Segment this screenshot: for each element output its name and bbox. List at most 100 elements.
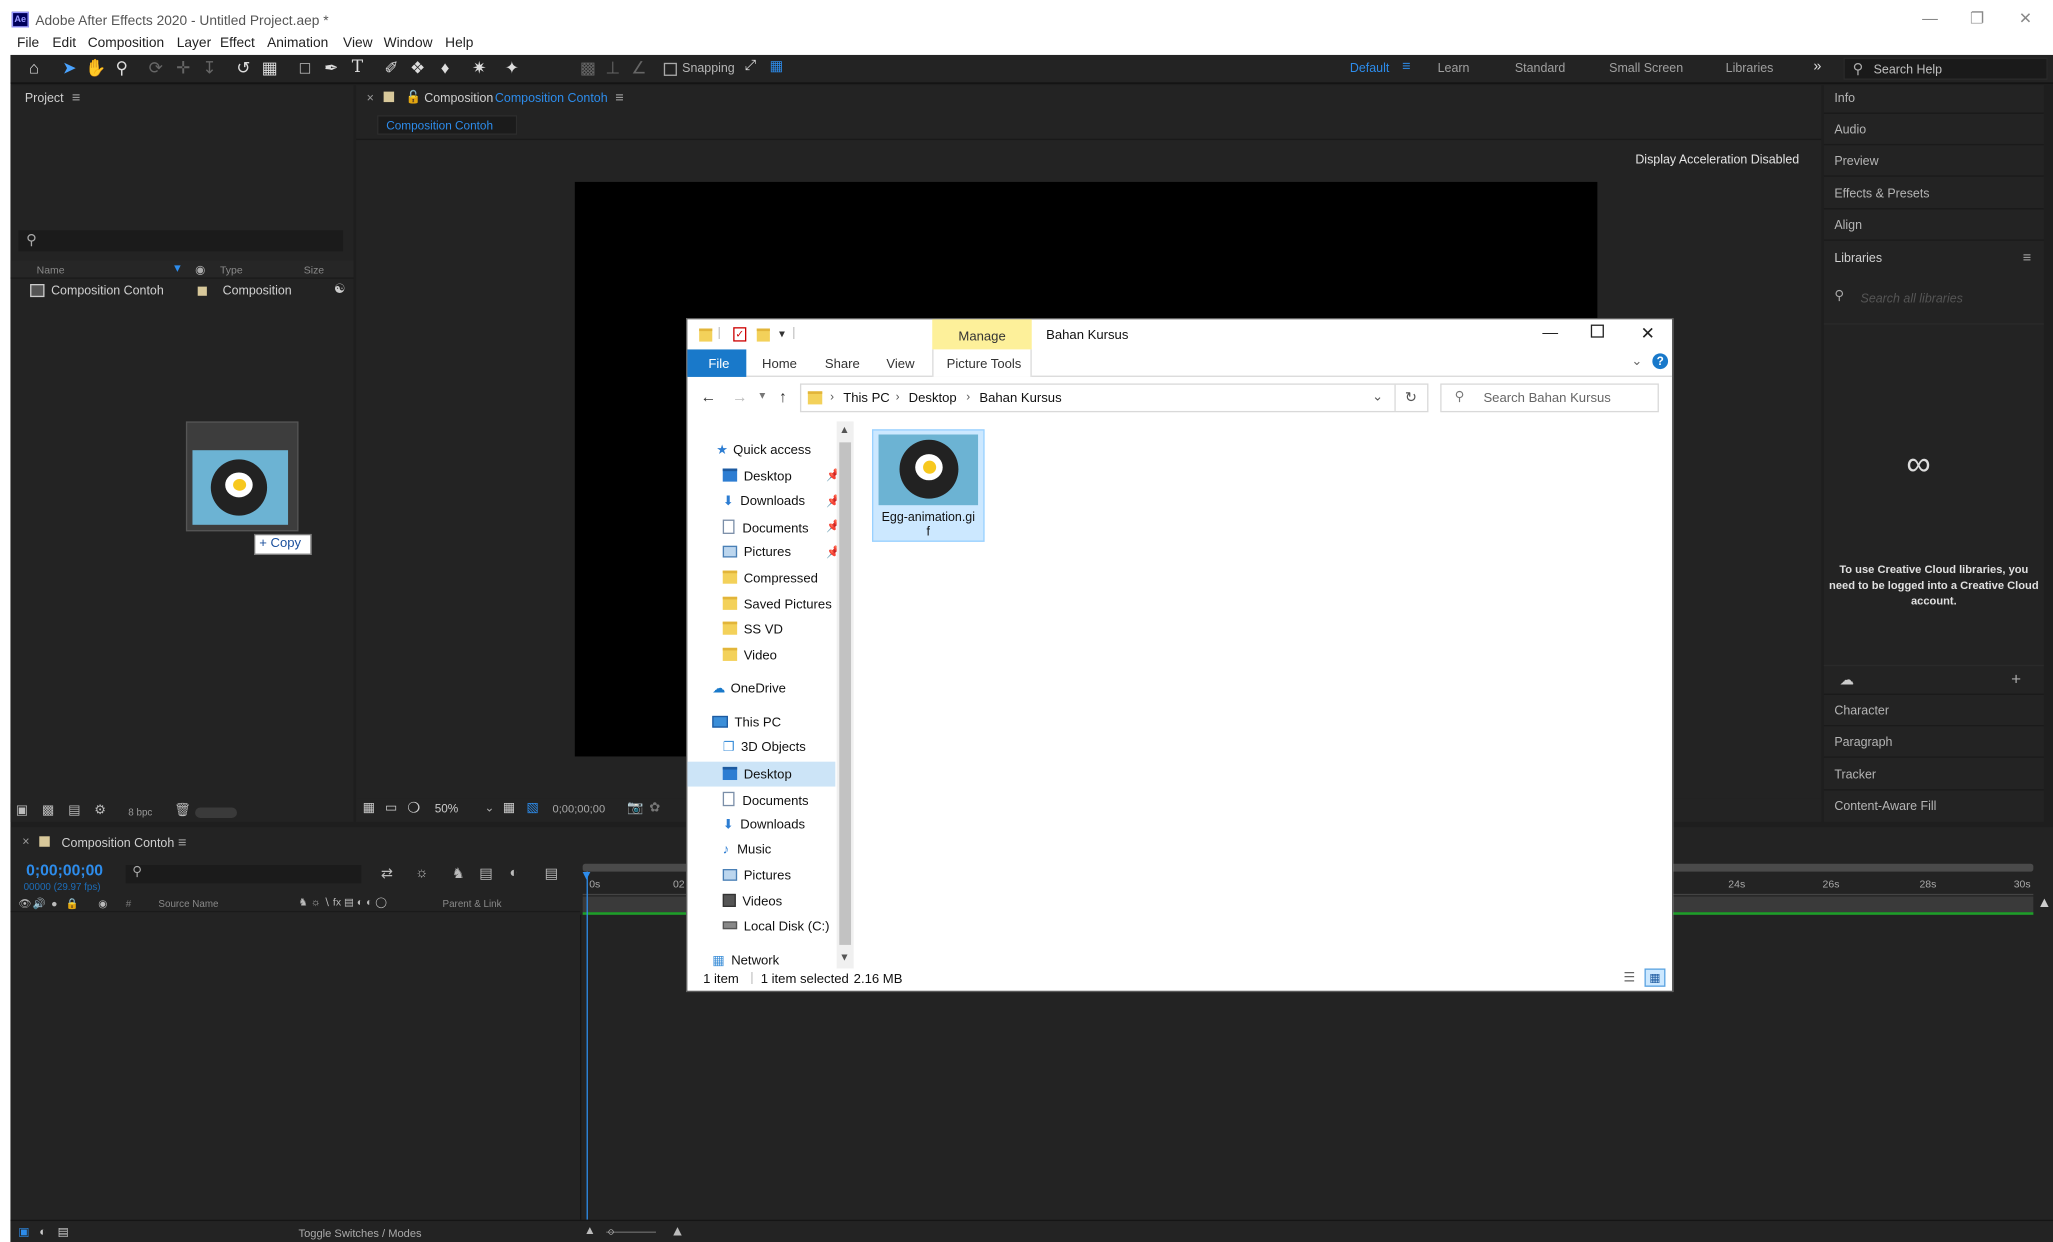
workspace-libraries[interactable]: Libraries <box>1726 62 1774 76</box>
menu-help[interactable]: Help <box>445 35 473 51</box>
comp-mini-flowchart-icon[interactable]: ⇄ <box>381 865 393 882</box>
flowchart-icon[interactable]: ☯ <box>334 283 346 297</box>
nav-ss-vd[interactable]: SS VD <box>722 621 783 637</box>
visibility-icon[interactable]: 👁 <box>18 898 31 910</box>
motion-blur-icon[interactable]: ◐ <box>509 865 518 881</box>
close-icon[interactable]: ✕ <box>2012 9 2038 27</box>
nav-pictures[interactable]: Pictures <box>722 545 791 560</box>
up-arrow-icon[interactable]: ↑ <box>779 387 787 405</box>
workspace-standard[interactable]: Standard <box>1515 62 1565 76</box>
column-size[interactable]: Size <box>304 264 324 276</box>
axis-local-icon[interactable]: ▩ <box>577 58 598 79</box>
details-view-icon[interactable]: ☰ <box>1624 971 1636 985</box>
breadcrumb-desktop[interactable]: Desktop <box>909 391 957 405</box>
panel-preview[interactable]: Preview <box>1834 154 1878 168</box>
roto-brush-icon[interactable]: ✷ <box>469 58 490 79</box>
playhead-marker-icon[interactable]: ▼ <box>580 869 593 883</box>
panel-audio[interactable]: Audio <box>1834 123 1866 137</box>
comp-marker-bin-icon[interactable]: ▲ <box>2037 895 2051 911</box>
address-dropdown-icon[interactable]: ⌄ <box>1372 390 1383 404</box>
transparency-grid-icon[interactable]: ▧ <box>526 801 538 815</box>
bit-depth-label[interactable]: 8 bpc <box>128 806 152 818</box>
restore-icon[interactable]: ❐ <box>1964 9 1990 27</box>
zoom-slider-handle-icon[interactable]: ○ <box>608 1225 615 1238</box>
interpret-footage-icon[interactable]: ▣ <box>16 804 28 818</box>
nav-downloads[interactable]: ⬇ Downloads <box>723 495 805 509</box>
maximize-icon[interactable] <box>1590 324 1604 338</box>
nav-desktop[interactable]: Desktop <box>722 468 792 484</box>
rectangle-tool-icon[interactable]: □ <box>295 58 316 78</box>
project-item-row[interactable]: Composition Contoh Composition ☯ <box>10 281 353 301</box>
region-of-interest-icon[interactable]: ▦ <box>503 801 515 815</box>
snap-edges-icon[interactable]: ⤢ <box>740 58 761 75</box>
selection-tool-icon[interactable]: ➤ <box>59 58 80 79</box>
clone-stamp-icon[interactable]: ❖ <box>407 58 428 79</box>
panel-info[interactable]: Info <box>1834 92 1855 106</box>
panel-menu-icon[interactable]: ≡ <box>615 90 623 106</box>
monitor-icon[interactable]: ▭ <box>385 801 397 815</box>
comp-tab-name[interactable]: Composition Contoh <box>495 92 608 106</box>
chevron-down-icon[interactable]: ⌄ <box>484 801 494 815</box>
zoom-in-icon[interactable]: ▲ <box>670 1224 684 1240</box>
snapshot-camera-icon[interactable]: 📷 <box>627 801 643 815</box>
forward-arrow-icon[interactable]: → <box>732 387 748 405</box>
project-settings-icon[interactable]: ⚙ <box>94 804 106 818</box>
audio-icon[interactable]: 🔊 <box>33 898 46 910</box>
panel-align[interactable]: Align <box>1834 219 1862 233</box>
orbit-camera-icon[interactable]: ⟳ <box>145 58 166 79</box>
solo-icon[interactable]: ● <box>51 898 57 910</box>
always-preview-icon[interactable]: ▦ <box>363 801 375 815</box>
draft-3d-icon[interactable]: ☼ <box>415 865 428 881</box>
sort-icon[interactable]: ▾ <box>174 262 181 276</box>
panel-paragraph[interactable]: Paragraph <box>1834 736 1892 750</box>
panel-menu-icon[interactable]: ≡ <box>2023 250 2031 266</box>
nav-quick-access[interactable]: ★ Quick access <box>716 444 811 458</box>
panel-libraries[interactable]: Libraries <box>1834 251 1882 265</box>
timeline-current-time[interactable]: 0;00;00;00 <box>26 861 103 879</box>
trash-icon[interactable]: 🗑 <box>174 804 191 818</box>
lock-icon[interactable]: 🔓 <box>406 90 422 104</box>
minimize-icon[interactable]: — <box>1917 9 1943 27</box>
close-icon[interactable]: ✕ <box>1641 323 1655 344</box>
pan-camera-icon[interactable]: ✛ <box>173 58 194 79</box>
large-icons-view-icon[interactable]: ▦ <box>1644 968 1666 987</box>
tab-file[interactable]: File <box>687 349 747 377</box>
menu-effect[interactable]: Effect <box>220 35 255 51</box>
column-type[interactable]: Type <box>220 264 243 276</box>
mask-visibility-icon[interactable]: ❍ <box>407 800 420 817</box>
menu-file[interactable]: File <box>17 35 39 51</box>
menu-animation[interactable]: Animation <box>267 35 328 51</box>
dolly-camera-icon[interactable]: ↧ <box>199 58 220 79</box>
panel-character[interactable]: Character <box>1834 704 1889 718</box>
address-bar[interactable]: › This PC › Desktop › Bahan Kursus ⌄ ↻ <box>799 383 1429 413</box>
thumbnail-slider[interactable] <box>195 807 237 818</box>
column-source-name[interactable]: Source Name <box>158 898 218 910</box>
column-parent-link[interactable]: Parent & Link <box>443 898 502 910</box>
axis-view-icon[interactable]: ∠ <box>628 58 649 79</box>
ribbon-expand-icon[interactable]: ⌄ <box>1631 355 1642 369</box>
type-tool-icon[interactable]: T <box>347 58 368 78</box>
transfer-controls-toggle-icon[interactable]: ◐ <box>39 1225 46 1238</box>
tab-share[interactable]: Share <box>825 357 860 371</box>
tab-home[interactable]: Home <box>762 357 797 371</box>
playhead-line[interactable] <box>586 871 588 1220</box>
menu-view[interactable]: View <box>343 35 373 51</box>
add-icon[interactable]: + <box>2011 669 2021 689</box>
new-folder-icon[interactable]: ▩ <box>42 804 54 818</box>
quick-access-toolbar-dropdown-icon[interactable]: ▾ <box>779 327 785 341</box>
tab-view[interactable]: View <box>886 357 914 371</box>
properties-icon[interactable]: ✓ <box>733 327 747 342</box>
search-help-field[interactable]: ⚲ Search Help <box>1843 57 2048 80</box>
puppet-pin-icon[interactable]: ✦ <box>501 58 522 79</box>
nav-documents[interactable]: Documents <box>722 519 809 537</box>
refresh-icon[interactable]: ↻ <box>1405 389 1417 406</box>
menu-layer[interactable]: Layer <box>177 35 211 51</box>
zoom-tool-icon[interactable]: ⚲ <box>111 58 132 79</box>
help-icon[interactable]: ? <box>1652 353 1669 370</box>
breadcrumb-bahan-kursus[interactable]: Bahan Kursus <box>979 391 1061 405</box>
zoom-out-icon[interactable]: ▲ <box>584 1224 596 1237</box>
panel-menu-icon[interactable]: ≡ <box>178 835 186 851</box>
toggle-switches-modes-button[interactable]: Toggle Switches / Modes <box>299 1226 422 1239</box>
breadcrumb-this-pc[interactable]: This PC <box>843 391 890 405</box>
nav-video[interactable]: Video <box>722 647 777 664</box>
